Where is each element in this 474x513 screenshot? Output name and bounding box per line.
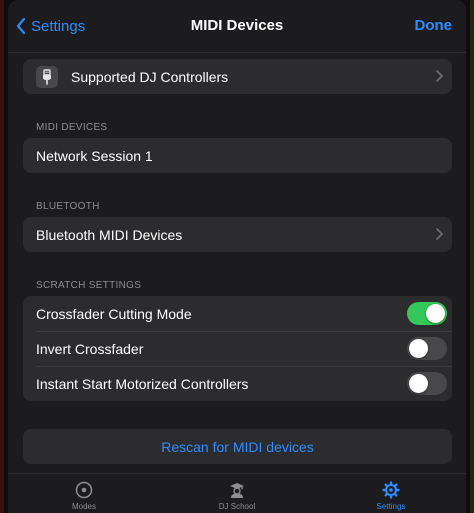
chevron-right-icon bbox=[436, 70, 443, 82]
page-title: MIDI Devices bbox=[190, 17, 284, 34]
background-left-edge bbox=[0, 0, 4, 513]
done-button[interactable]: Done bbox=[415, 17, 453, 34]
crossfader-cutting-mode-row: Crossfader Cutting Mode bbox=[23, 296, 452, 331]
bluetooth-midi-devices-label: Bluetooth MIDI Devices bbox=[36, 226, 183, 243]
instant-start-row: Instant Start Motorized Controllers bbox=[23, 366, 452, 401]
toggle-knob bbox=[409, 339, 428, 358]
modes-icon bbox=[75, 481, 93, 499]
tab-modes-label: Modes bbox=[71, 502, 96, 511]
supported-dj-controllers-row[interactable]: Supported DJ Controllers bbox=[23, 59, 452, 94]
scratch-settings-section-header: SCRATCH SETTINGS bbox=[36, 280, 142, 291]
toggle-knob bbox=[409, 374, 428, 393]
tab-settings-label: Settings bbox=[376, 502, 406, 511]
tab-settings[interactable]: Settings bbox=[341, 474, 441, 513]
toggle-knob bbox=[426, 304, 445, 323]
rescan-midi-devices-button[interactable]: Rescan for MIDI devices bbox=[23, 429, 452, 464]
tab-bar: Modes DJ School Settings bbox=[8, 473, 466, 513]
midi-devices-sheet: Settings MIDI Devices Done Supported DJ … bbox=[8, 0, 466, 513]
tab-dj-school-label: DJ School bbox=[218, 502, 256, 511]
bluetooth-midi-devices-row[interactable]: Bluetooth MIDI Devices bbox=[23, 217, 452, 252]
tab-modes[interactable]: Modes bbox=[34, 474, 134, 513]
bluetooth-section-header: BLUETOOTH bbox=[36, 201, 100, 212]
instant-start-label: Instant Start Motorized Controllers bbox=[36, 375, 249, 392]
midi-device-label: Network Session 1 bbox=[36, 147, 153, 164]
invert-crossfader-toggle[interactable] bbox=[407, 337, 447, 360]
usb-plug-icon bbox=[36, 65, 58, 88]
navigation-bar: Settings MIDI Devices Done bbox=[8, 0, 466, 53]
instant-start-toggle[interactable] bbox=[407, 372, 447, 395]
gear-icon bbox=[382, 481, 400, 499]
midi-devices-section-header: MIDI DEVICES bbox=[36, 122, 108, 133]
controllers-group: Supported DJ Controllers bbox=[23, 59, 452, 94]
crossfader-cutting-mode-toggle[interactable] bbox=[407, 302, 447, 325]
bluetooth-group: Bluetooth MIDI Devices bbox=[23, 217, 452, 252]
tab-dj-school[interactable]: DJ School bbox=[187, 474, 287, 513]
supported-dj-controllers-label: Supported DJ Controllers bbox=[71, 68, 229, 85]
midi-devices-group: Network Session 1 bbox=[23, 138, 452, 173]
chevron-right-icon bbox=[436, 228, 443, 240]
crossfader-cutting-mode-label: Crossfader Cutting Mode bbox=[36, 305, 192, 322]
midi-device-row[interactable]: Network Session 1 bbox=[23, 138, 452, 173]
dj-school-icon bbox=[227, 481, 247, 499]
scratch-settings-group: Crossfader Cutting Mode Invert Crossfade… bbox=[23, 296, 452, 401]
background-right-edge bbox=[470, 0, 474, 513]
invert-crossfader-row: Invert Crossfader bbox=[23, 331, 452, 366]
invert-crossfader-label: Invert Crossfader bbox=[36, 340, 144, 357]
